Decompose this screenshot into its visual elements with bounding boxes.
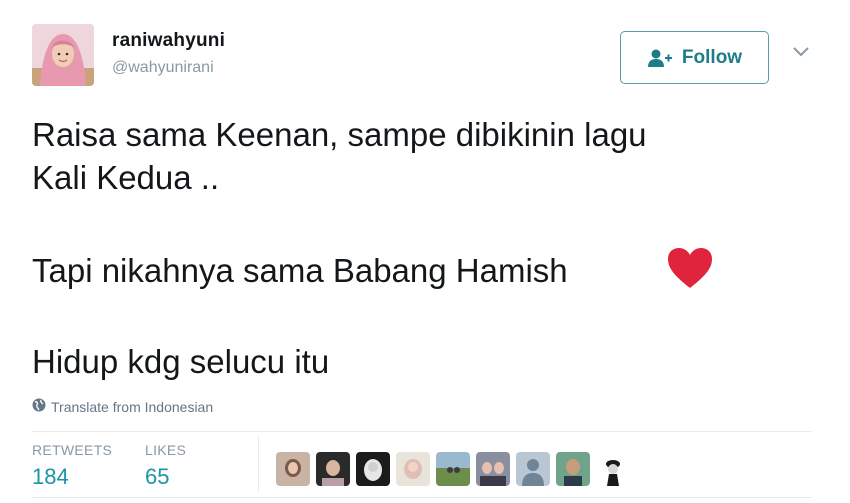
- liker-avatar[interactable]: [436, 452, 470, 486]
- liker-avatar[interactable]: [476, 452, 510, 486]
- retweets-stat[interactable]: RETWEETS 184: [32, 442, 112, 490]
- tweet-text-line-2: Kali Kedua ..: [32, 159, 220, 196]
- tweet-text-line-4: Hidup kdg selucu itu: [32, 343, 330, 380]
- liker-avatar[interactable]: [316, 452, 350, 486]
- translate-label: Translate from Indonesian: [51, 398, 214, 415]
- chevron-down-icon[interactable]: [792, 45, 810, 59]
- user-avatar[interactable]: [32, 24, 94, 86]
- follow-user-icon: [647, 48, 673, 68]
- likes-label: LIKES: [145, 442, 187, 458]
- tweet-text-line-1: Raisa sama Keenan, sampe dibikinin lagu: [32, 116, 647, 153]
- retweets-label: RETWEETS: [32, 442, 113, 458]
- tweet-text-line-3: Tapi nikahnya sama Babang Hamish: [32, 252, 568, 289]
- liker-avatar-default[interactable]: [516, 452, 550, 486]
- liker-avatar[interactable]: [356, 452, 390, 486]
- globe-icon: [32, 398, 46, 415]
- liker-avatar[interactable]: [556, 452, 590, 486]
- user-handle[interactable]: @wahyunirani: [112, 59, 214, 77]
- follow-label: Follow: [681, 46, 743, 68]
- divider: [32, 431, 812, 432]
- follow-button[interactable]: Follow: [620, 31, 769, 84]
- liker-avatar[interactable]: [396, 452, 430, 486]
- liker-avatar[interactable]: [276, 452, 310, 486]
- translate-link[interactable]: Translate from Indonesian: [32, 398, 213, 415]
- divider: [32, 497, 812, 498]
- liker-avatar[interactable]: [596, 452, 630, 486]
- likes-count: 65: [145, 464, 170, 489]
- user-name[interactable]: raniwahyuni: [112, 30, 225, 52]
- avatar-image: [32, 24, 94, 86]
- likes-stat[interactable]: LIKES 65: [145, 442, 186, 490]
- heart-icon: [666, 246, 714, 290]
- retweets-count: 184: [32, 464, 69, 489]
- likers-avatars: [276, 452, 630, 486]
- stats-separator: [258, 436, 259, 492]
